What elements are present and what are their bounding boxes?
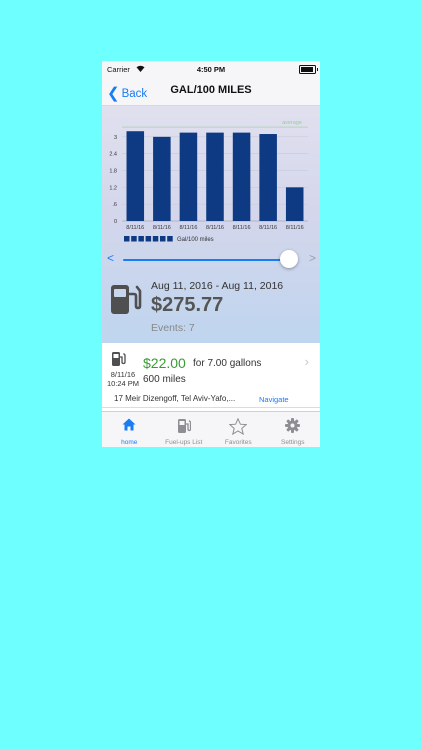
phone-screen: Carrier 4:50 PM ❮ Back GAL/100 MILES 0 .6 1… xyxy=(102,61,320,447)
fuel-up-time: 10:24 PM xyxy=(106,378,140,388)
fuel-pump-icon xyxy=(109,282,143,321)
tab-fuel-ups-label: Fuel-ups List xyxy=(165,439,203,446)
bar xyxy=(153,136,171,221)
x-tick-label: 8/11/16 xyxy=(179,225,197,231)
battery-icon xyxy=(299,65,318,74)
bar xyxy=(232,132,251,221)
fuel-up-address: 17 Meir Dizengoff, Tel Aviv-Yafo,... xyxy=(114,394,236,403)
bar xyxy=(179,132,198,221)
navigation-bar: ❮ Back GAL/100 MILES xyxy=(102,77,320,106)
x-tick-label: 8/11/16 xyxy=(286,225,304,231)
slider-left-arrow[interactable]: < xyxy=(107,251,114,265)
gear-icon xyxy=(266,418,321,438)
y-tick-label: 2.4 xyxy=(109,152,117,158)
slider-track[interactable] xyxy=(123,259,290,261)
fuel-up-datetime: 8/11/16 10:24 PM xyxy=(104,370,142,388)
tab-settings-label: Settings xyxy=(281,439,305,446)
average-label: average xyxy=(282,120,302,126)
legend-swatch xyxy=(145,236,152,242)
star-icon xyxy=(211,417,266,440)
x-tick-label: 8/11/16 xyxy=(259,225,277,231)
clock: 4:50 PM xyxy=(196,65,226,74)
legend-swatch xyxy=(152,236,159,242)
total-cost: $275.77 xyxy=(151,294,224,316)
chart-panel: 0 .6 1.2 1.8 2.4 3 average 8/11/16 8/11/16 8/11/1… xyxy=(102,106,320,343)
tab-settings[interactable]: Settings xyxy=(266,412,321,447)
chevron-right-icon: › xyxy=(304,354,309,369)
bar xyxy=(126,131,145,221)
bar xyxy=(259,134,277,221)
x-tick-label: 8/11/16 xyxy=(233,225,251,231)
bar xyxy=(206,132,224,221)
consumption-chart: 0 .6 1.2 1.8 2.4 3 average 8/11/16 8/11/16 8/11/1… xyxy=(109,120,308,243)
bar xyxy=(285,187,304,221)
y-tick-label: 1.2 xyxy=(109,185,117,191)
tab-favorites-label: Favorites xyxy=(224,439,252,446)
fuel-pump-icon xyxy=(111,351,126,372)
date-range: Aug 11, 2016 - Aug 11, 2016 xyxy=(151,280,284,292)
tab-home-label: home xyxy=(121,439,138,446)
y-tick-label: 1.8 xyxy=(109,169,117,175)
slider-right-arrow[interactable]: > xyxy=(309,251,316,265)
fuel-up-miles: 600 miles xyxy=(143,374,186,385)
y-tick-label: 3 xyxy=(114,135,117,141)
legend-swatch xyxy=(124,236,130,242)
fuel-pump-icon xyxy=(157,418,212,439)
x-tick-label: 8/11/16 xyxy=(206,225,224,231)
legend-label: Gal/100 miles xyxy=(177,237,214,243)
tab-fuel-ups-list[interactable]: Fuel-ups List xyxy=(157,412,212,447)
y-tick-label: .6 xyxy=(112,202,117,208)
status-bar: Carrier 4:50 PM xyxy=(102,61,320,77)
tab-bar: home Fuel-ups List Favorites Settings xyxy=(102,411,320,447)
home-icon xyxy=(102,418,157,436)
fuel-up-gallons: for 7.00 gallons xyxy=(193,358,262,369)
x-tick-label: 8/11/16 xyxy=(126,225,144,231)
events-count: Events: 7 xyxy=(151,322,195,334)
x-tick-label: 8/11/16 xyxy=(153,225,171,231)
legend-swatch xyxy=(160,236,166,242)
legend-swatch xyxy=(138,236,144,242)
page-title: GAL/100 MILES xyxy=(170,84,252,96)
slider-thumb[interactable] xyxy=(280,250,298,268)
legend-swatch xyxy=(167,236,173,242)
fuel-up-list-item[interactable]: 8/11/16 10:24 PM $22.00 for 7.00 gallons … xyxy=(102,345,320,408)
tab-home[interactable]: home xyxy=(102,412,157,447)
y-tick-label: 0 xyxy=(114,219,117,225)
fuel-up-price: $22.00 xyxy=(143,355,186,371)
date-slider[interactable]: < > xyxy=(102,249,320,269)
legend-swatch xyxy=(131,236,137,242)
tab-favorites[interactable]: Favorites xyxy=(211,412,266,447)
navigate-link[interactable]: Navigate xyxy=(259,395,289,404)
